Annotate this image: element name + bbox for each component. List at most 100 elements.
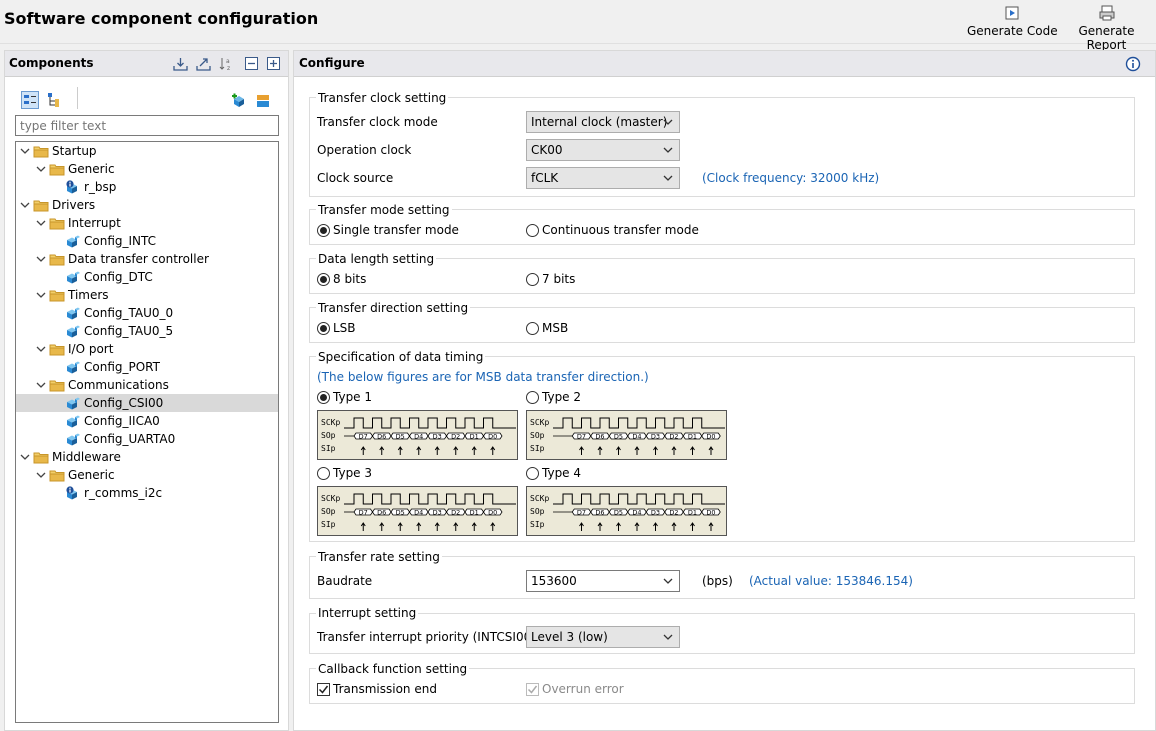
- view-category-icon[interactable]: [21, 91, 39, 109]
- type-2-radio[interactable]: [526, 391, 539, 404]
- continuous-transfer-radio[interactable]: [526, 224, 539, 237]
- tree-item-label: Config_TAU0_5: [84, 324, 174, 338]
- type-1-label: Type 1: [333, 390, 373, 404]
- sample-arrow: [416, 522, 422, 531]
- tree-folder[interactable]: Generic: [16, 160, 278, 178]
- tree-folder[interactable]: Middleware: [16, 448, 278, 466]
- data-timing-note: (The below figures are for MSB data tran…: [317, 370, 649, 384]
- tree-component[interactable]: r_comms_i2c: [16, 484, 278, 502]
- tree-component[interactable]: r_bsp: [16, 178, 278, 196]
- chevron-down-icon[interactable]: [36, 380, 46, 390]
- tree-folder[interactable]: I/O port: [16, 340, 278, 358]
- tree-folder[interactable]: Timers: [16, 286, 278, 304]
- chevron-down-icon[interactable]: [20, 200, 30, 210]
- chevron-down-icon[interactable]: [20, 146, 30, 156]
- msb-label: MSB: [542, 321, 569, 335]
- transfer-clock-mode-select[interactable]: Internal clock (master): [526, 111, 680, 133]
- baudrate-combo[interactable]: 153600: [526, 570, 680, 592]
- operation-clock-select[interactable]: CK00: [526, 139, 680, 161]
- import-icon[interactable]: [173, 56, 188, 71]
- chevron-down-icon[interactable]: [36, 164, 46, 174]
- tree-component[interactable]: Config_CSI00: [16, 394, 278, 412]
- sample-arrow: [653, 522, 658, 531]
- tree-item-label: Generic: [68, 468, 115, 482]
- type-4-radio[interactable]: [526, 467, 539, 480]
- 7-bits-radio[interactable]: [526, 273, 539, 286]
- generate-report-icon: [1099, 5, 1114, 21]
- sample-arrow: [634, 446, 640, 455]
- tree-folder[interactable]: Communications: [16, 376, 278, 394]
- type-3-radio[interactable]: [317, 467, 330, 480]
- generate-report-button[interactable]: Generate Report: [1057, 5, 1156, 52]
- tree-folder[interactable]: Data transfer controller: [16, 250, 278, 268]
- tree-component[interactable]: Config_IICA0: [16, 412, 278, 430]
- data-bit-label: D1: [688, 433, 697, 441]
- transfer-direction-title: Transfer direction setting: [316, 301, 471, 315]
- data-bit-label: D2: [669, 433, 678, 441]
- tree-component[interactable]: Config_PORT: [16, 358, 278, 376]
- info-icon[interactable]: [1125, 56, 1141, 72]
- single-transfer-radio[interactable]: [317, 224, 330, 237]
- tree-folder[interactable]: Drivers: [16, 196, 278, 214]
- clock-source-select[interactable]: fCLK: [526, 167, 680, 189]
- sort-az-icon[interactable]: az: [219, 56, 234, 71]
- data-bit-label: D7: [359, 509, 368, 517]
- component-icon: [67, 307, 80, 320]
- export-icon[interactable]: [196, 56, 211, 71]
- sample-arrow: [634, 522, 640, 531]
- type-1-radio[interactable]: [317, 391, 330, 404]
- component-tree: Startup Generic r_bsp Drivers Interrupt Confi…: [15, 141, 279, 723]
- chevron-down-icon[interactable]: [36, 470, 46, 480]
- filter-input[interactable]: [15, 115, 279, 136]
- chevron-down-icon[interactable]: [36, 254, 46, 264]
- tree-component[interactable]: Config_DTC: [16, 268, 278, 286]
- tree-component[interactable]: Config_UARTA0: [16, 430, 278, 448]
- check-icon: [527, 685, 538, 694]
- lsb-radio[interactable]: [317, 322, 330, 335]
- clock-source-label: Clock source: [317, 171, 394, 185]
- view-type-icon[interactable]: [45, 91, 63, 109]
- tree-item-label: Config_TAU0_0: [84, 306, 174, 320]
- interrupt-priority-select[interactable]: Level 3 (low): [526, 626, 680, 648]
- generate-code-button[interactable]: Generate Code: [967, 5, 1058, 38]
- window-title: Software component configuration: [4, 9, 319, 28]
- collapse-all-icon[interactable]: [244, 56, 259, 71]
- data-bit-label: D7: [577, 509, 586, 517]
- chevron-down-icon: [663, 175, 673, 181]
- signal-label: SIp: [321, 520, 336, 529]
- data-bit-label: D4: [632, 433, 641, 441]
- tree-folder[interactable]: Interrupt: [16, 214, 278, 232]
- 8-bits-radio[interactable]: [317, 273, 330, 286]
- chevron-down-icon[interactable]: [20, 452, 30, 462]
- tree-item-label: Generic: [68, 162, 115, 176]
- remove-component-icon[interactable]: [255, 93, 271, 109]
- clock-frequency-note: (Clock frequency: 32000 kHz): [702, 171, 880, 185]
- transmission-end-checkbox[interactable]: [317, 683, 330, 696]
- component-icon: [67, 271, 80, 284]
- tree-component[interactable]: Config_TAU0_0: [16, 304, 278, 322]
- expand-all-icon[interactable]: [266, 56, 281, 71]
- data-bit-label: D3: [651, 433, 660, 441]
- chevron-down-icon[interactable]: [36, 290, 46, 300]
- component-icon: [67, 361, 80, 374]
- tree-component[interactable]: Config_INTC: [16, 232, 278, 250]
- tree-folder[interactable]: Startup: [16, 142, 278, 160]
- folder-icon: [49, 254, 65, 266]
- data-bit-label: D0: [706, 433, 715, 441]
- component-icon: [67, 235, 80, 248]
- timing-waveform: SCKp SOp SIp D7 D6 D5 D4 D3 D2 D1 D0: [321, 493, 516, 531]
- component-info-icon: [66, 180, 77, 194]
- sck-wave: [344, 493, 516, 505]
- chevron-down-icon[interactable]: [36, 218, 46, 228]
- data-bit-label: D1: [688, 509, 697, 517]
- chevron-down-icon[interactable]: [36, 344, 46, 354]
- signal-label: SOp: [321, 507, 336, 516]
- sample-arrow: [708, 446, 714, 455]
- overrun-error-checkbox[interactable]: [526, 683, 539, 696]
- add-component-icon[interactable]: [231, 93, 247, 109]
- tree-folder[interactable]: Generic: [16, 466, 278, 484]
- sample-arrow: [653, 446, 658, 455]
- msb-radio[interactable]: [526, 322, 539, 335]
- baudrate-label: Baudrate: [317, 574, 373, 588]
- tree-component[interactable]: Config_TAU0_5: [16, 322, 278, 340]
